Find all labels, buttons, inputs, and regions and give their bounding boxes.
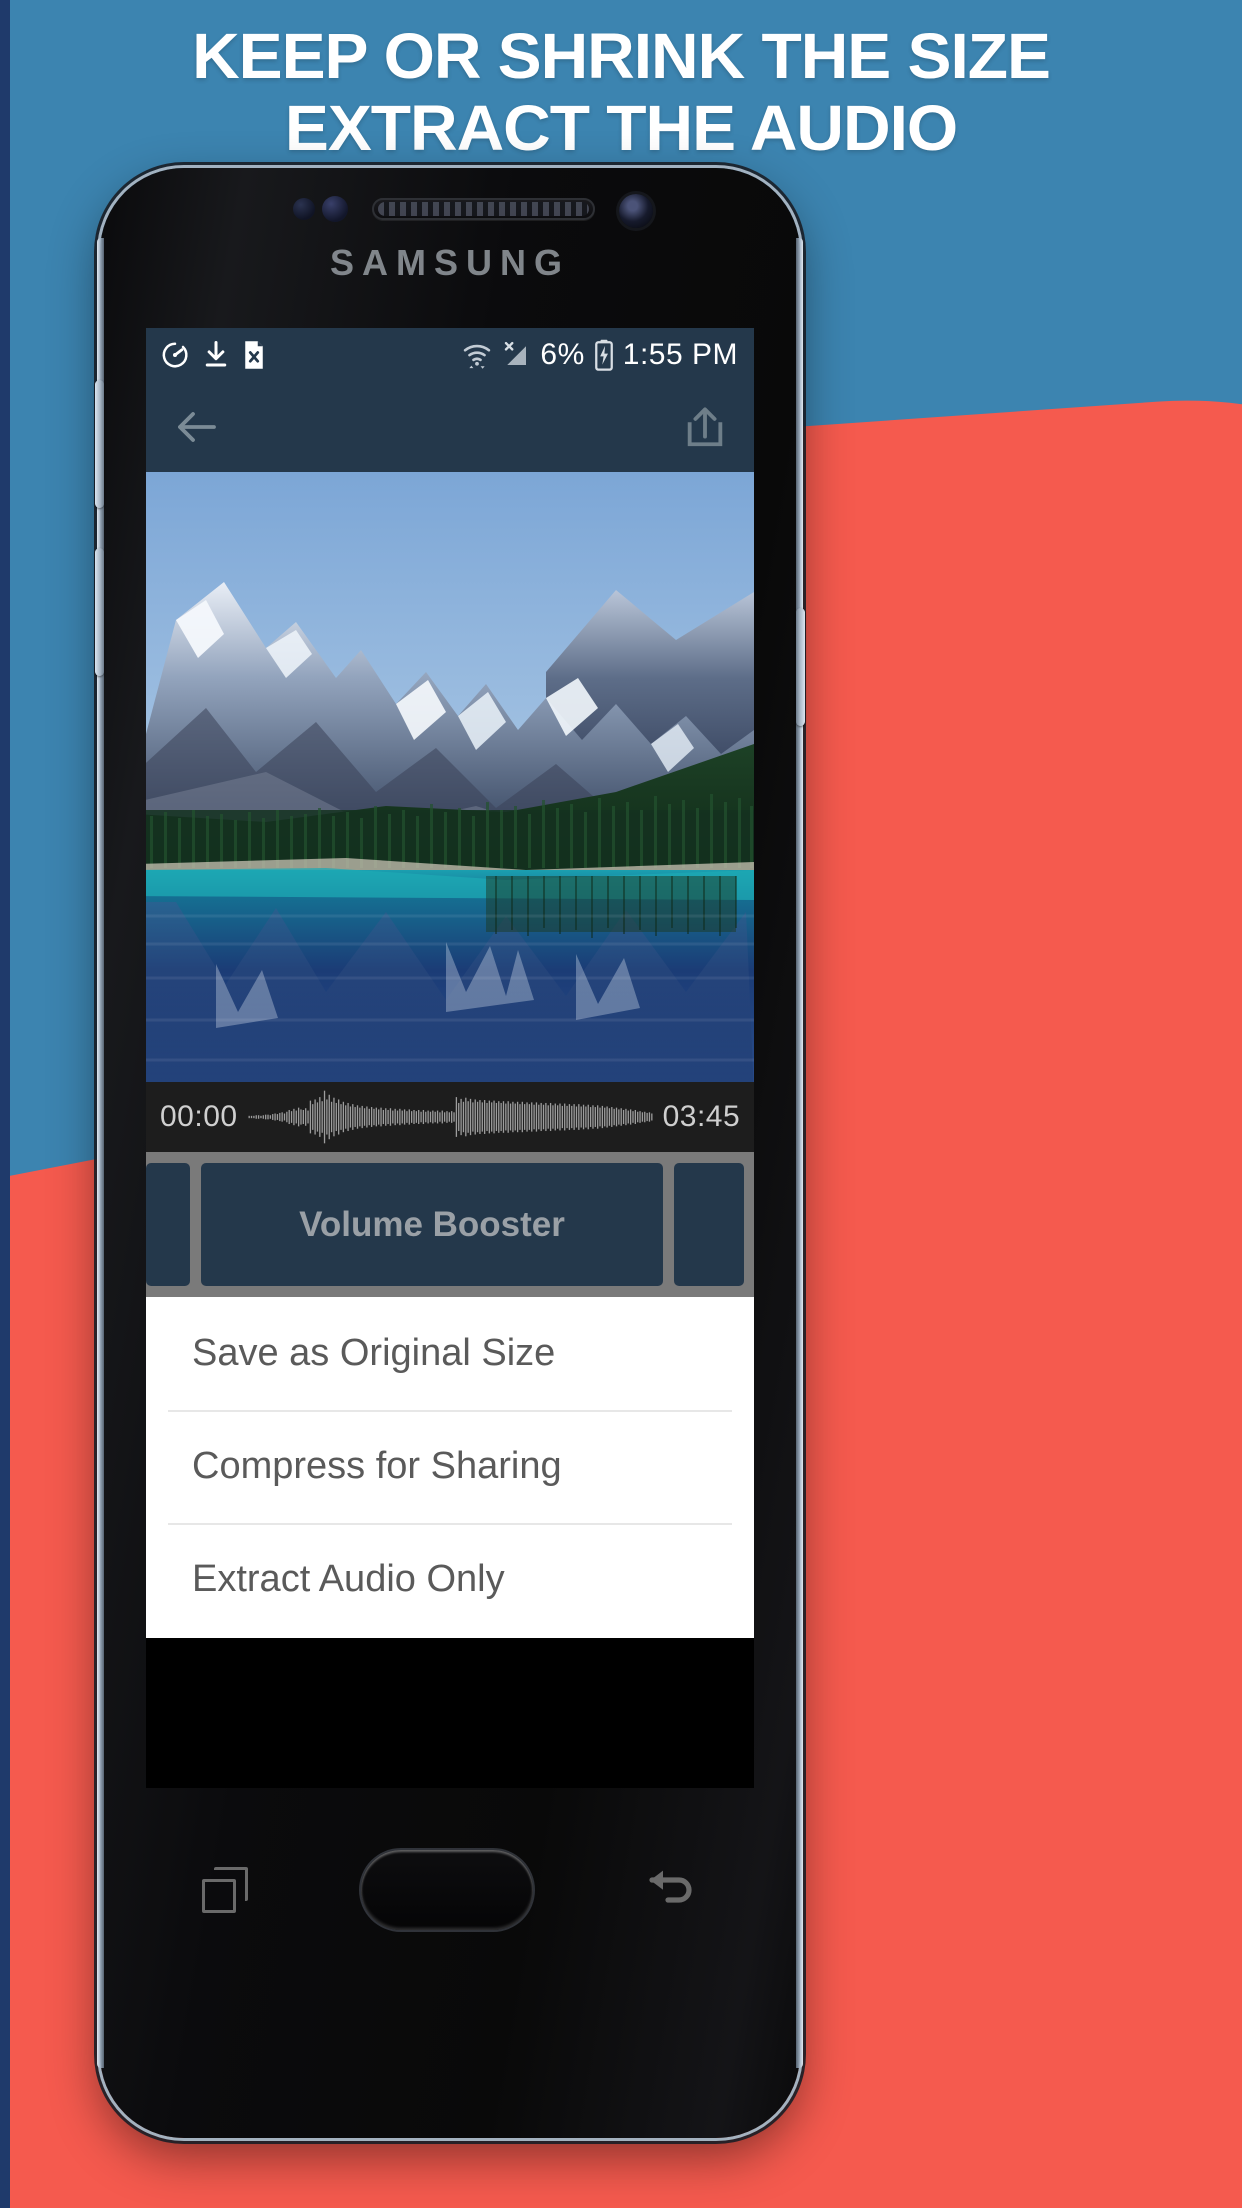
app-toolbar <box>146 382 754 472</box>
arrow-left-icon[interactable] <box>172 403 220 451</box>
hardware-nav-bar <box>146 1790 754 1990</box>
phone-mockup: SAMSUNG 6% 1:55 PM 00:00 03:45 Volume Bo… <box>95 168 805 2138</box>
brand-logo: SAMSUNG <box>329 242 570 283</box>
volume-down-button[interactable] <box>95 548 104 676</box>
wifi-icon <box>464 344 491 369</box>
phone-right-rail <box>796 238 803 2068</box>
menu-item-extract-audio[interactable]: Extract Audio Only <box>146 1523 754 1636</box>
phone-screen: 6% 1:55 PM 00:00 03:45 Volume Booster Sa… <box>146 328 754 1788</box>
phone-left-rail <box>97 238 104 2068</box>
status-bar-right-cluster: 6% 1:55 PM <box>462 338 738 372</box>
promo-headline-line-1: KEEP OR SHRINK THE SIZE <box>192 20 1051 92</box>
timeline-current-time: 00:00 <box>160 1100 238 1133</box>
menu-item-compress-sharing[interactable]: Compress for Sharing <box>146 1410 754 1523</box>
front-camera-icon <box>619 194 653 228</box>
status-bar-left-icons <box>160 340 266 370</box>
status-bar: 6% 1:55 PM <box>146 328 754 382</box>
power-button[interactable] <box>796 608 805 726</box>
share-export-icon[interactable] <box>682 404 728 450</box>
file-x-icon <box>245 341 263 369</box>
home-button[interactable] <box>360 1850 533 1930</box>
promo-headline-line-2: EXTRACT THE AUDIO <box>284 92 958 164</box>
light-sensor-icon <box>322 196 348 222</box>
video-timeline[interactable]: 00:00 03:45 <box>146 1082 754 1152</box>
background-left-edge-strip <box>0 0 10 2208</box>
effect-button-label: Volume Booster <box>299 1204 565 1244</box>
download-icon <box>205 341 227 367</box>
volume-up-button[interactable] <box>95 380 104 508</box>
battery-charging-icon <box>594 339 613 371</box>
audio-waveform[interactable] <box>248 1089 653 1145</box>
effect-button-volume-booster[interactable]: Volume Booster <box>201 1163 663 1286</box>
promo-headline: KEEP OR SHRINK THE SIZE EXTRACT THE AUDI… <box>0 20 1242 164</box>
signal-no-service-icon <box>505 341 527 365</box>
menu-item-label: Extract Audio Only <box>192 1558 505 1600</box>
waveform-bars <box>248 1090 653 1144</box>
speedometer-icon <box>162 342 188 368</box>
video-thumbnail-image <box>146 472 754 1082</box>
effects-carousel[interactable]: Volume Booster <box>146 1152 754 1297</box>
menu-item-label: Save as Original Size <box>192 1332 556 1374</box>
battery-percent-label: 6% <box>540 338 585 371</box>
export-options-sheet: Save as Original Size Compress for Shari… <box>146 1297 754 1638</box>
menu-item-label: Compress for Sharing <box>192 1445 562 1487</box>
status-bar-clock: 1:55 PM <box>622 338 738 371</box>
effect-button-previous-partial[interactable] <box>146 1163 190 1286</box>
earpiece-speaker <box>372 198 595 220</box>
recents-icon[interactable] <box>202 1867 249 1913</box>
timeline-total-time: 03:45 <box>662 1100 741 1133</box>
menu-item-save-original[interactable]: Save as Original Size <box>146 1297 754 1410</box>
phone-body: SAMSUNG 6% 1:55 PM 00:00 03:45 Volume Bo… <box>100 168 800 2138</box>
proximity-sensor-icon <box>293 198 315 220</box>
effect-button-next-partial[interactable] <box>674 1163 744 1286</box>
video-preview[interactable] <box>146 472 754 1082</box>
back-icon[interactable] <box>646 1867 698 1913</box>
